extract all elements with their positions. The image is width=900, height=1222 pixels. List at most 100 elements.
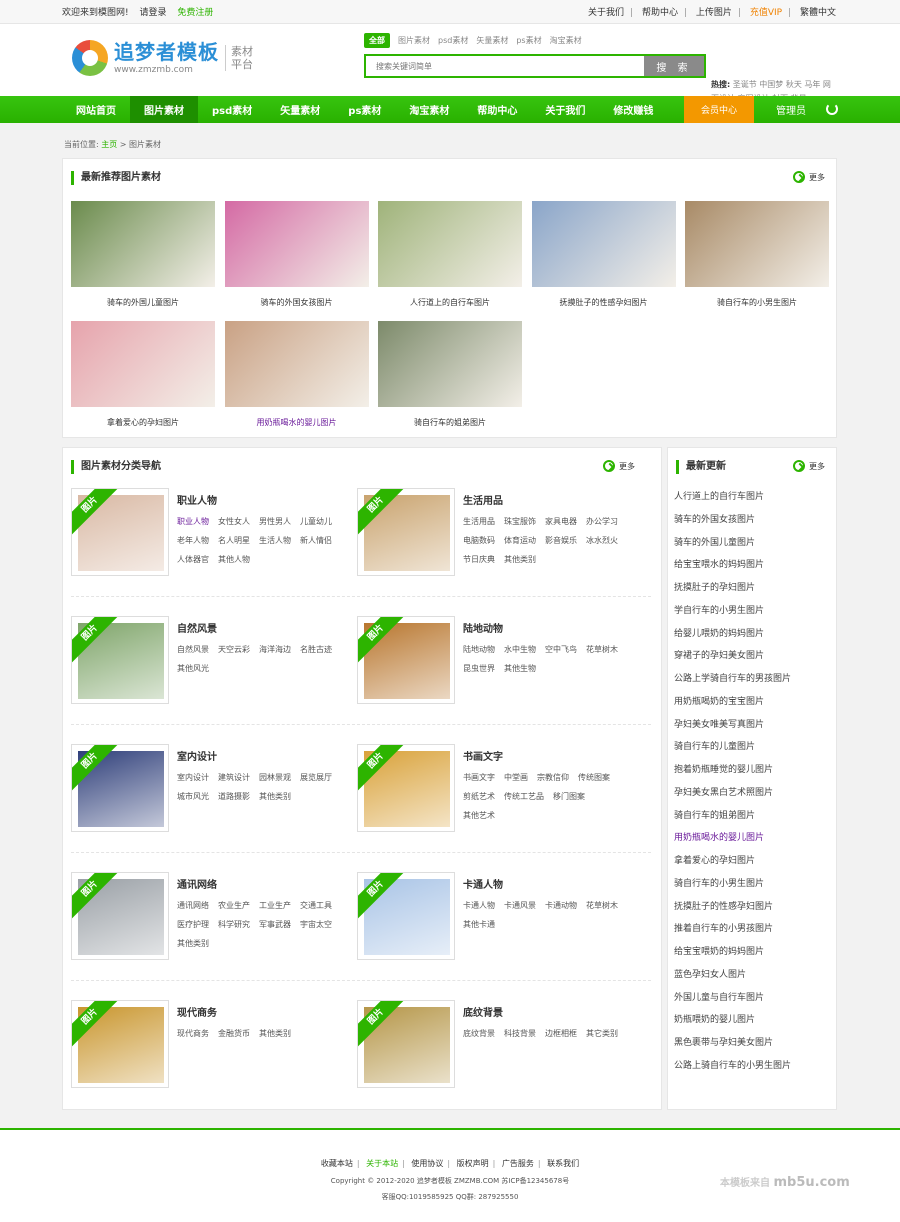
category-title[interactable]: 卡通人物 [463,876,503,891]
search-tab-all[interactable]: 全部 [364,32,390,48]
photo-image[interactable] [224,201,369,287]
traditional-chinese-link[interactable]: 繁體中文 [800,8,836,18]
category-thumbnail[interactable]: 图片 [71,488,169,576]
subcategory-link[interactable]: 珠宝服饰 [504,512,536,531]
subcategory-link[interactable]: 电脑数码 [463,531,495,550]
subcategory-link[interactable]: 其他风光 [177,659,209,678]
subcategory-link[interactable]: 建筑设计 [218,768,250,787]
photo-caption[interactable]: 人行道上的自行车图片 [378,297,522,308]
register-link[interactable]: 免费注册 [177,8,213,18]
latest-item[interactable]: 给宝宝喂奶的妈妈图片 [674,945,834,968]
latest-item[interactable]: 用奶瓶喝水的婴儿图片 [674,831,834,854]
latest-item[interactable]: 给宝宝喂水的妈妈图片 [674,558,834,581]
subcategory-link[interactable]: 老年人物 [177,531,209,550]
subcategory-link[interactable]: 卡通动物 [545,896,577,915]
subcategory-link[interactable]: 医疗护理 [177,915,209,934]
subcategory-link[interactable]: 宗教信仰 [537,768,569,787]
subcategory-link[interactable]: 新人情侣 [300,531,332,550]
category-thumbnail[interactable]: 图片 [71,744,169,832]
subcategory-link[interactable]: 农业生产 [218,896,250,915]
subcategory-link[interactable]: 花草树木 [586,896,618,915]
subcategory-link[interactable]: 书画文字 [463,768,495,787]
latest-item[interactable]: 孕妇美女黑白艺术照图片 [674,786,834,809]
nav-photos[interactable]: 图片素材 [130,96,198,123]
photo-card[interactable]: 用奶瓶喝水的婴儿图片 [224,321,369,428]
subcategory-link[interactable]: 生活人物 [259,531,291,550]
breadcrumb-home[interactable]: 主页 [101,140,117,149]
photo-image[interactable] [685,201,829,287]
footer-link[interactable]: 收藏本站 [321,1159,353,1168]
category-thumbnail[interactable]: 图片 [71,1000,169,1088]
photo-card[interactable]: 拿着爱心的孕妇图片 [71,321,215,428]
latest-item[interactable]: 用奶瓶喝奶的宝宝图片 [674,695,834,718]
subcategory-link[interactable]: 军事武器 [259,915,291,934]
subcategory-link[interactable]: 其他类别 [504,550,536,569]
subcategory-link[interactable]: 科技背景 [504,1024,536,1043]
photo-caption[interactable]: 骑车的外国儿童图片 [71,297,215,308]
nav-about[interactable]: 关于我们 [531,96,599,123]
latest-item[interactable]: 给婴儿喂奶的妈妈图片 [674,627,834,650]
category-thumbnail[interactable]: 图片 [71,872,169,960]
search-input[interactable] [366,56,644,76]
latest-item[interactable]: 骑车的外国儿童图片 [674,536,834,559]
subcategory-link[interactable]: 其它类别 [586,1024,618,1043]
latest-item[interactable]: 人行道上的自行车图片 [674,490,834,513]
search-tab-vector[interactable]: 矢量素材 [476,35,508,46]
category-title[interactable]: 室内设计 [177,748,217,763]
search-button[interactable]: 搜 索 [644,56,704,76]
subcategory-link[interactable]: 室内设计 [177,768,209,787]
photo-image[interactable] [71,321,215,407]
search-tab-psd[interactable]: psd素材 [438,35,468,46]
site-logo[interactable]: 追梦者模板 www.zmzmb.com 素材 平台 [72,40,253,76]
category-title[interactable]: 现代商务 [177,1004,217,1019]
subcategory-link[interactable]: 陆地动物 [463,640,495,659]
subcategory-link[interactable]: 名人明星 [218,531,250,550]
subcategory-link[interactable]: 生活用品 [463,512,495,531]
subcategory-link[interactable]: 其他类别 [259,787,291,806]
subcategory-link[interactable]: 其他类别 [259,1024,291,1043]
subcategory-link[interactable]: 其他卡通 [463,915,495,934]
subcategory-link[interactable]: 办公学习 [586,512,618,531]
subcategory-link[interactable]: 儿童幼儿 [300,512,332,531]
category-title[interactable]: 底纹背景 [463,1004,503,1019]
subcategory-link[interactable]: 卡通风景 [504,896,536,915]
category-more[interactable]: 更多 [603,460,635,472]
category-title[interactable]: 自然风景 [177,620,217,635]
nav-psd[interactable]: psd素材 [198,96,266,123]
photo-card[interactable]: 人行道上的自行车图片 [378,201,522,308]
subcategory-link[interactable]: 交通工具 [300,896,332,915]
subcategory-link[interactable]: 通讯网络 [177,896,209,915]
subcategory-link[interactable]: 其他人物 [218,550,250,569]
subcategory-link[interactable]: 空中飞鸟 [545,640,577,659]
subcategory-link[interactable]: 移门图案 [553,787,585,806]
latest-item[interactable]: 骑车的外国女孩图片 [674,513,834,536]
subcategory-link[interactable]: 海洋海边 [259,640,291,659]
subcategory-link[interactable]: 职业人物 [177,512,209,531]
category-thumbnail[interactable]: 图片 [357,872,455,960]
search-tab-photos[interactable]: 图片素材 [398,35,430,46]
subcategory-link[interactable]: 工业生产 [259,896,291,915]
photo-card[interactable]: 骑车的外国女孩图片 [224,201,369,308]
category-title[interactable]: 书画文字 [463,748,503,763]
photo-card[interactable]: 骑车的外国儿童图片 [71,201,215,308]
vip-link[interactable]: 充值VIP [750,8,782,18]
photo-image[interactable] [531,201,676,287]
subcategory-link[interactable]: 传统工艺品 [504,787,544,806]
subcategory-link[interactable]: 天空云彩 [218,640,250,659]
photo-card[interactable]: 骑自行车的姐弟图片 [378,321,522,428]
subcategory-link[interactable]: 传统图案 [578,768,610,787]
nav-ps[interactable]: ps素材 [334,96,395,123]
photo-caption[interactable]: 抚摸肚子的性感孕妇图片 [532,297,676,308]
photo-caption[interactable]: 用奶瓶喝水的婴儿图片 [225,417,369,428]
footer-link[interactable]: 广告服务 [502,1159,534,1168]
nav-taobao[interactable]: 淘宝素材 [395,96,463,123]
admin-link[interactable]: 管理员 [776,96,806,123]
latest-item[interactable]: 穿裙子的孕妇美女图片 [674,649,834,672]
photo-caption[interactable]: 骑自行车的小男生图片 [685,297,829,308]
latest-item[interactable]: 骑自行车的儿童图片 [674,740,834,763]
latest-item[interactable]: 推着自行车的小男孩图片 [674,922,834,945]
subcategory-link[interactable]: 金融货币 [218,1024,250,1043]
subcategory-link[interactable]: 城市风光 [177,787,209,806]
category-title[interactable]: 通讯网络 [177,876,217,891]
category-title[interactable]: 生活用品 [463,492,503,507]
